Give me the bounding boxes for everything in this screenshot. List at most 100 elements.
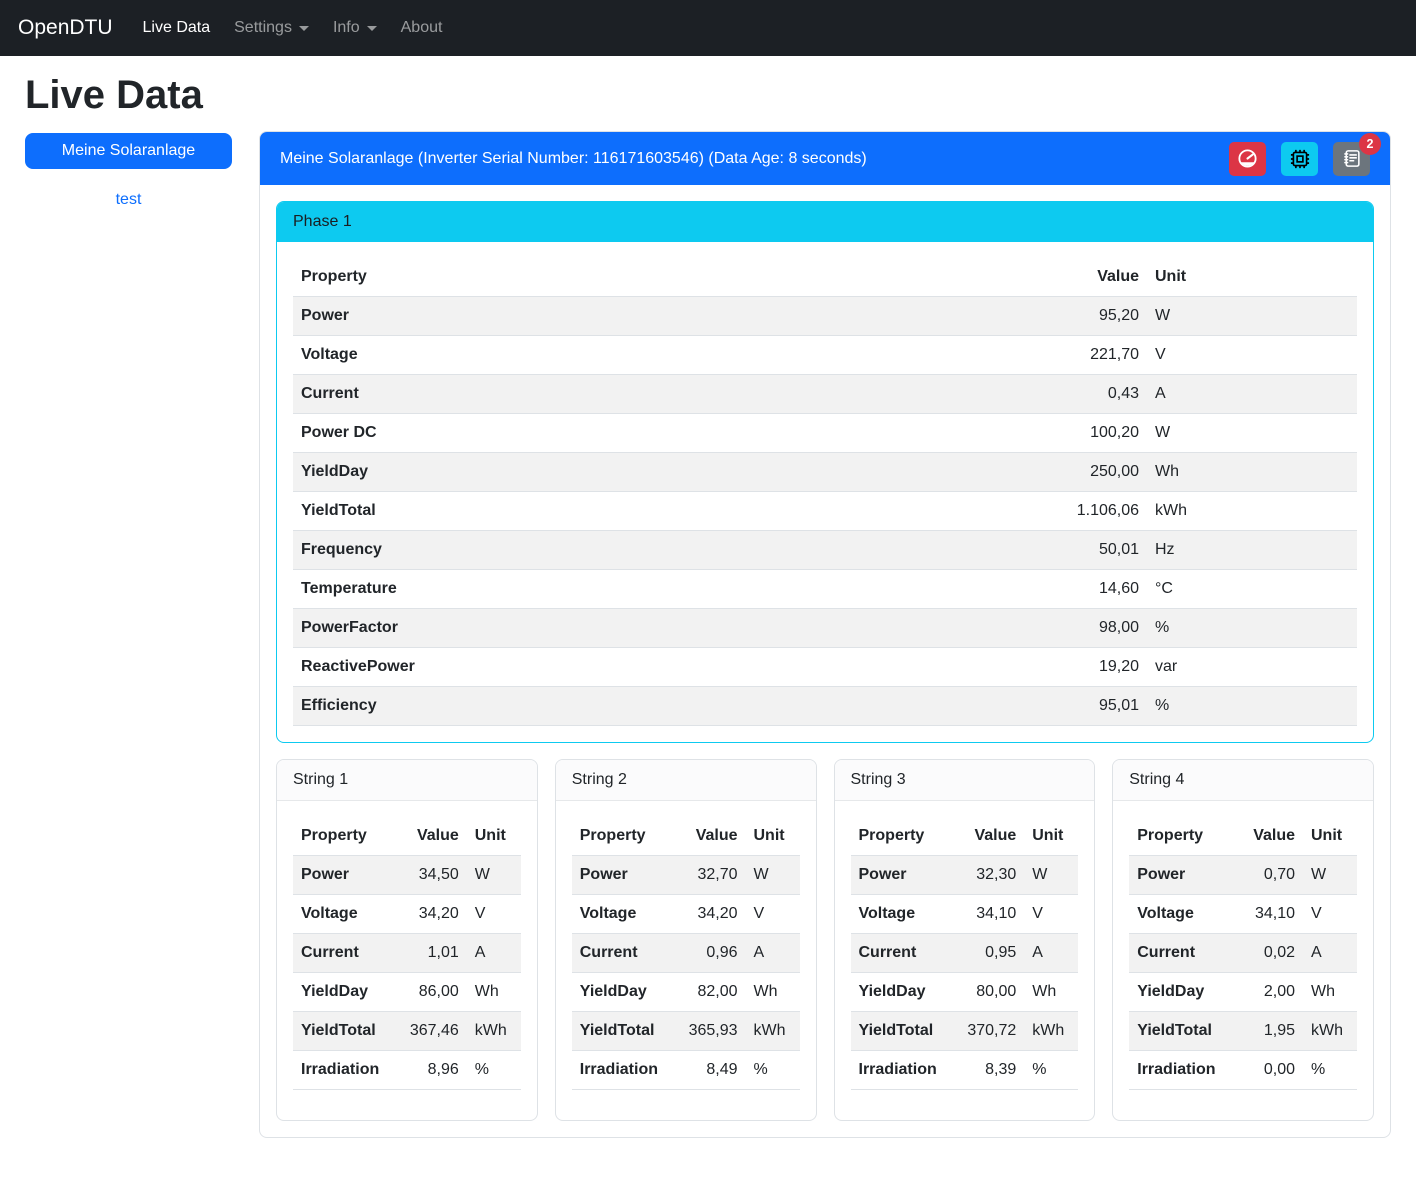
nav-item-settings[interactable]: Settings [226,11,317,45]
column-header-value: Value [952,817,1024,856]
table-row: Current0,02A [1129,934,1357,973]
table-header-row: PropertyValueUnit [851,817,1079,856]
unit-cell: Wh [1147,453,1357,492]
property-cell: Power [293,856,395,895]
property-cell: Irradiation [572,1051,674,1090]
limit-settings-button[interactable] [1229,142,1266,176]
column-header-unit: Unit [1147,258,1357,297]
property-cell: Irradiation [851,1051,953,1090]
column-header-unit: Unit [1024,817,1078,856]
column-header-property: Property [572,817,674,856]
unit-cell: A [467,934,521,973]
phase-card: Phase 1 PropertyValueUnitPower95,20WVolt… [276,201,1374,743]
value-cell: 1,01 [395,934,467,973]
value-cell: 0,96 [674,934,746,973]
string-card-header: String 2 [556,760,816,801]
value-cell: 32,30 [952,856,1024,895]
column-header-unit: Unit [746,817,800,856]
page-title: Live Data [25,73,1391,118]
value-cell: 34,20 [395,895,467,934]
nav-item-info[interactable]: Info [325,11,385,45]
string-card-string-3: String 3PropertyValueUnitPower32,30WVolt… [834,759,1096,1121]
unit-cell: V [467,895,521,934]
string-card-string-2: String 2PropertyValueUnitPower32,70WVolt… [555,759,817,1121]
device-info-button[interactable] [1281,142,1318,176]
string-card-header: String 3 [835,760,1095,801]
table-row: Irradiation8,96% [293,1051,521,1090]
table-row: Irradiation8,39% [851,1051,1079,1090]
string-card-body: PropertyValueUnitPower32,30WVoltage34,10… [835,801,1095,1120]
property-cell: Power [572,856,674,895]
unit-cell: W [1303,856,1357,895]
column-header-value: Value [1017,258,1147,297]
value-cell: 367,46 [395,1012,467,1051]
property-cell: YieldTotal [851,1012,953,1051]
property-cell: Voltage [293,336,1017,375]
string-card-string-4: String 4PropertyValueUnitPower0,70WVolta… [1112,759,1374,1121]
property-cell: Power [851,856,953,895]
brand-logo[interactable]: OpenDTU [18,16,113,40]
string-card-body: PropertyValueUnitPower34,50WVoltage34,20… [277,801,537,1120]
string-table: PropertyValueUnitPower34,50WVoltage34,20… [293,817,521,1090]
table-row: YieldDay2,00Wh [1129,973,1357,1012]
property-cell: YieldDay [293,453,1017,492]
property-cell: Efficiency [293,687,1017,726]
table-header-row: PropertyValueUnit [293,258,1357,297]
nav-item-live-data[interactable]: Live Data [135,11,219,45]
table-row: PowerFactor98,00% [293,609,1357,648]
table-row: Current1,01A [293,934,521,973]
unit-cell: Wh [467,973,521,1012]
phase-card-body: PropertyValueUnitPower95,20WVoltage221,7… [277,242,1373,726]
unit-cell: W [1024,856,1078,895]
inverter-select-button[interactable]: Meine Solaranlage [25,133,232,169]
unit-cell: kWh [1147,492,1357,531]
column-header-property: Property [1129,817,1231,856]
inverter-link-test[interactable]: test [116,191,142,208]
table-row: Power0,70W [1129,856,1357,895]
property-cell: Frequency [293,531,1017,570]
phase-card-header: Phase 1 [277,202,1373,242]
value-cell: 34,50 [395,856,467,895]
property-cell: YieldDay [572,973,674,1012]
table-row: Voltage34,20V [293,895,521,934]
property-cell: YieldDay [1129,973,1231,1012]
table-row: Frequency50,01Hz [293,531,1357,570]
value-cell: 0,70 [1231,856,1303,895]
table-row: YieldTotal1,95kWh [1129,1012,1357,1051]
unit-cell: var [1147,648,1357,687]
unit-cell: % [746,1051,800,1090]
value-cell: 0,95 [952,934,1024,973]
string-card-header: String 4 [1113,760,1373,801]
table-row: Current0,96A [572,934,800,973]
property-cell: Irradiation [1129,1051,1231,1090]
column-header-unit: Unit [1303,817,1357,856]
navbar: OpenDTU Live DataSettings Info About [0,0,1416,56]
unit-cell: kWh [1303,1012,1357,1051]
value-cell: 250,00 [1017,453,1147,492]
value-cell: 8,96 [395,1051,467,1090]
nav-item-about[interactable]: About [393,11,451,45]
value-cell: 0,43 [1017,375,1147,414]
table-row: Irradiation0,00% [1129,1051,1357,1090]
inverter-card: Meine Solaranlage (Inverter Serial Numbe… [259,131,1391,1138]
inverter-card-body: Phase 1 PropertyValueUnitPower95,20WVolt… [260,185,1390,1137]
value-cell: 8,49 [674,1051,746,1090]
nav-item-label: Info [333,19,360,37]
property-cell: Power [1129,856,1231,895]
value-cell: 95,01 [1017,687,1147,726]
column-header-value: Value [674,817,746,856]
event-log-button[interactable]: 2 [1333,142,1370,176]
table-row: YieldDay86,00Wh [293,973,521,1012]
column-header-value: Value [395,817,467,856]
table-row: YieldTotal370,72kWh [851,1012,1079,1051]
table-row: YieldDay250,00Wh [293,453,1357,492]
table-row: Voltage34,20V [572,895,800,934]
string-card-body: PropertyValueUnitPower32,70WVoltage34,20… [556,801,816,1120]
value-cell: 82,00 [674,973,746,1012]
property-cell: YieldTotal [293,492,1017,531]
table-row: Power DC100,20W [293,414,1357,453]
value-cell: 19,20 [1017,648,1147,687]
nav-list: Live DataSettings Info About [131,11,455,45]
string-card-string-1: String 1PropertyValueUnitPower34,50WVolt… [276,759,538,1121]
property-cell: Current [572,934,674,973]
